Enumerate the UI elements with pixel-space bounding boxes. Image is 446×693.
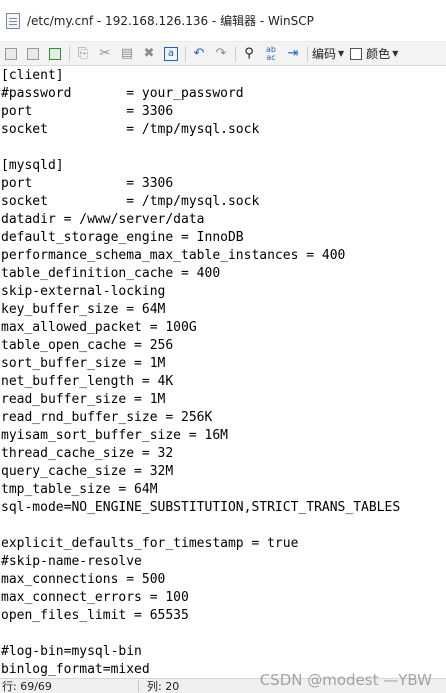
document-icon xyxy=(6,12,20,29)
replace-icon[interactable]: ab ac xyxy=(262,45,280,63)
code-line[interactable]: myisam_sort_buffer_size = 16M xyxy=(0,427,446,445)
code-line[interactable]: read_rnd_buffer_size = 256K xyxy=(0,409,446,427)
save-icon[interactable] xyxy=(2,45,20,63)
code-line[interactable]: #skip-name-resolve xyxy=(0,553,446,571)
code-line[interactable]: [client] xyxy=(0,67,446,85)
undo-icon[interactable]: ↶ xyxy=(190,45,208,63)
toolbar-separator xyxy=(235,45,236,62)
code-line[interactable]: thread_cache_size = 32 xyxy=(0,445,446,463)
code-line[interactable] xyxy=(0,517,446,535)
code-line[interactable]: default_storage_engine = InnoDB xyxy=(0,229,446,247)
code-line[interactable]: sql-mode=NO_ENGINE_SUBSTITUTION,STRICT_T… xyxy=(0,499,446,517)
cut-icon[interactable]: ✂ xyxy=(96,45,114,63)
code-line[interactable] xyxy=(0,139,446,157)
goto-line-icon[interactable]: ⇥ xyxy=(284,45,302,63)
code-line[interactable] xyxy=(0,625,446,643)
chevron-down-icon[interactable]: ▼ xyxy=(338,49,344,58)
code-line[interactable]: table_open_cache = 256 xyxy=(0,337,446,355)
reload-icon[interactable] xyxy=(46,45,64,63)
toolbar: ⎘ ✂ ▤ ✖ a ↶ ↷ ⚲ ab ac ⇥ 编码 ▼ 颜色 ▼ xyxy=(0,42,446,66)
code-line[interactable]: max_connect_errors = 100 xyxy=(0,589,446,607)
code-line[interactable]: read_buffer_size = 1M xyxy=(0,391,446,409)
code-line[interactable]: [mysqld] xyxy=(0,157,446,175)
find-icon[interactable]: ⚲ xyxy=(240,45,258,63)
chevron-down-icon[interactable]: ▼ xyxy=(392,49,398,58)
toolbar-separator xyxy=(307,45,308,62)
code-line[interactable]: tmp_table_size = 64M xyxy=(0,481,446,499)
window-title: /etc/my.cnf - 192.168.126.136 - 编辑器 - Wi… xyxy=(27,14,314,28)
toolbar-separator xyxy=(185,45,186,62)
save-all-icon[interactable] xyxy=(24,45,42,63)
code-line[interactable]: table_definition_cache = 400 xyxy=(0,265,446,283)
color-menu[interactable]: 颜色 xyxy=(366,45,390,62)
code-line[interactable]: #password = your_password xyxy=(0,85,446,103)
copy-icon[interactable]: ⎘ xyxy=(74,45,92,63)
column-position: 列: 20 xyxy=(147,680,180,693)
code-line[interactable]: query_cache_size = 32M xyxy=(0,463,446,481)
line-position: 行: 69/69 xyxy=(2,680,52,693)
watermark: CSDN @modest —YBW xyxy=(259,671,432,689)
code-line[interactable]: max_connections = 500 xyxy=(0,571,446,589)
code-line[interactable]: performance_schema_max_table_instances =… xyxy=(0,247,446,265)
code-line[interactable]: port = 3306 xyxy=(0,175,446,193)
text-editor[interactable]: [client] #password = your_password port = … xyxy=(0,67,446,678)
redo-icon[interactable]: ↷ xyxy=(212,45,230,63)
code-line[interactable]: explicit_defaults_for_timestamp = true xyxy=(0,535,446,553)
code-line[interactable]: key_buffer_size = 64M xyxy=(0,301,446,319)
toolbar-separator xyxy=(69,45,70,62)
select-all-icon[interactable]: a xyxy=(162,45,180,63)
code-line[interactable]: max_allowed_packet = 100G xyxy=(0,319,446,337)
code-line[interactable]: sort_buffer_size = 1M xyxy=(0,355,446,373)
encoding-menu[interactable]: 编码 xyxy=(312,45,336,62)
code-line[interactable]: open_files_limit = 65535 xyxy=(0,607,446,625)
paste-icon[interactable]: ▤ xyxy=(118,45,136,63)
code-line[interactable]: net_buffer_length = 4K xyxy=(0,373,446,391)
status-divider xyxy=(138,680,139,692)
code-line[interactable]: socket = /tmp/mysql.sock xyxy=(0,193,446,211)
code-line[interactable]: datadir = /www/server/data xyxy=(0,211,446,229)
code-line[interactable]: socket = /tmp/mysql.sock xyxy=(0,121,446,139)
delete-icon[interactable]: ✖ xyxy=(140,45,158,63)
code-line[interactable]: port = 3306 xyxy=(0,103,446,121)
code-line[interactable]: #log-bin=mysql-bin xyxy=(0,643,446,661)
color-checkbox[interactable] xyxy=(350,47,363,60)
code-line[interactable]: skip-external-locking xyxy=(0,283,446,301)
title-bar: /etc/my.cnf - 192.168.126.136 - 编辑器 - Wi… xyxy=(0,0,446,42)
